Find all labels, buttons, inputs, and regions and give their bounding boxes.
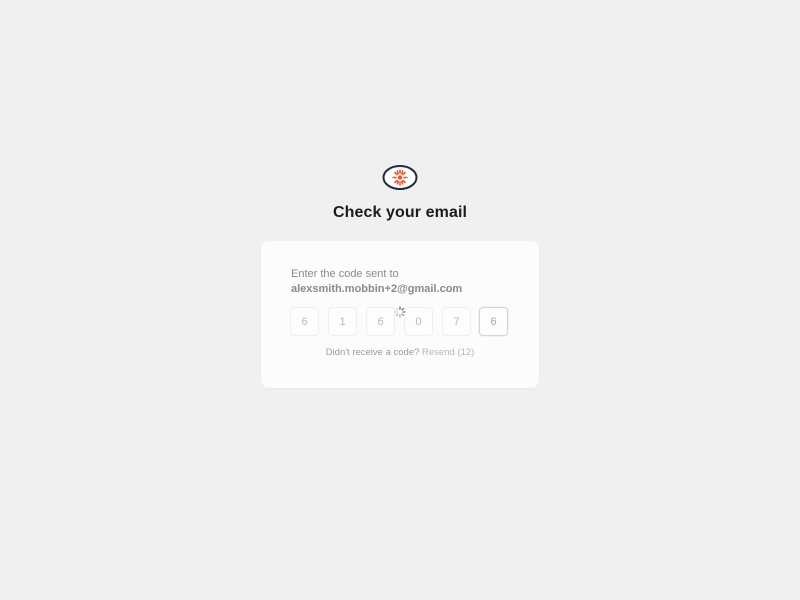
verification-card: Enter the code sent to alexsmith.mobbin+… bbox=[261, 241, 539, 388]
code-digit-5[interactable]: 7 bbox=[442, 307, 471, 336]
sun-eye-logo-icon bbox=[382, 165, 418, 190]
code-input-group: 6 1 6 0 7 6 bbox=[290, 306, 511, 339]
resend-line: Didn't receive a code? Resend (12) bbox=[261, 347, 539, 358]
code-digit-4[interactable]: 0 bbox=[404, 307, 433, 336]
resend-prompt: Didn't receive a code? bbox=[325, 347, 420, 358]
code-digit-1[interactable]: 6 bbox=[290, 307, 319, 336]
resend-link[interactable]: Resend (12) bbox=[422, 347, 474, 358]
spinner-icon bbox=[394, 306, 406, 318]
code-instruction: Enter the code sent to bbox=[291, 268, 399, 280]
verification-page: Check your email Enter the code sent to … bbox=[0, 0, 800, 600]
code-digit-2[interactable]: 1 bbox=[328, 307, 357, 336]
code-digit-6[interactable]: 6 bbox=[479, 307, 508, 336]
code-digit-3[interactable]: 6 bbox=[366, 307, 395, 336]
page-title: Check your email bbox=[332, 204, 468, 221]
email-address: alexsmith.mobbin+2@gmail.com bbox=[291, 283, 463, 295]
